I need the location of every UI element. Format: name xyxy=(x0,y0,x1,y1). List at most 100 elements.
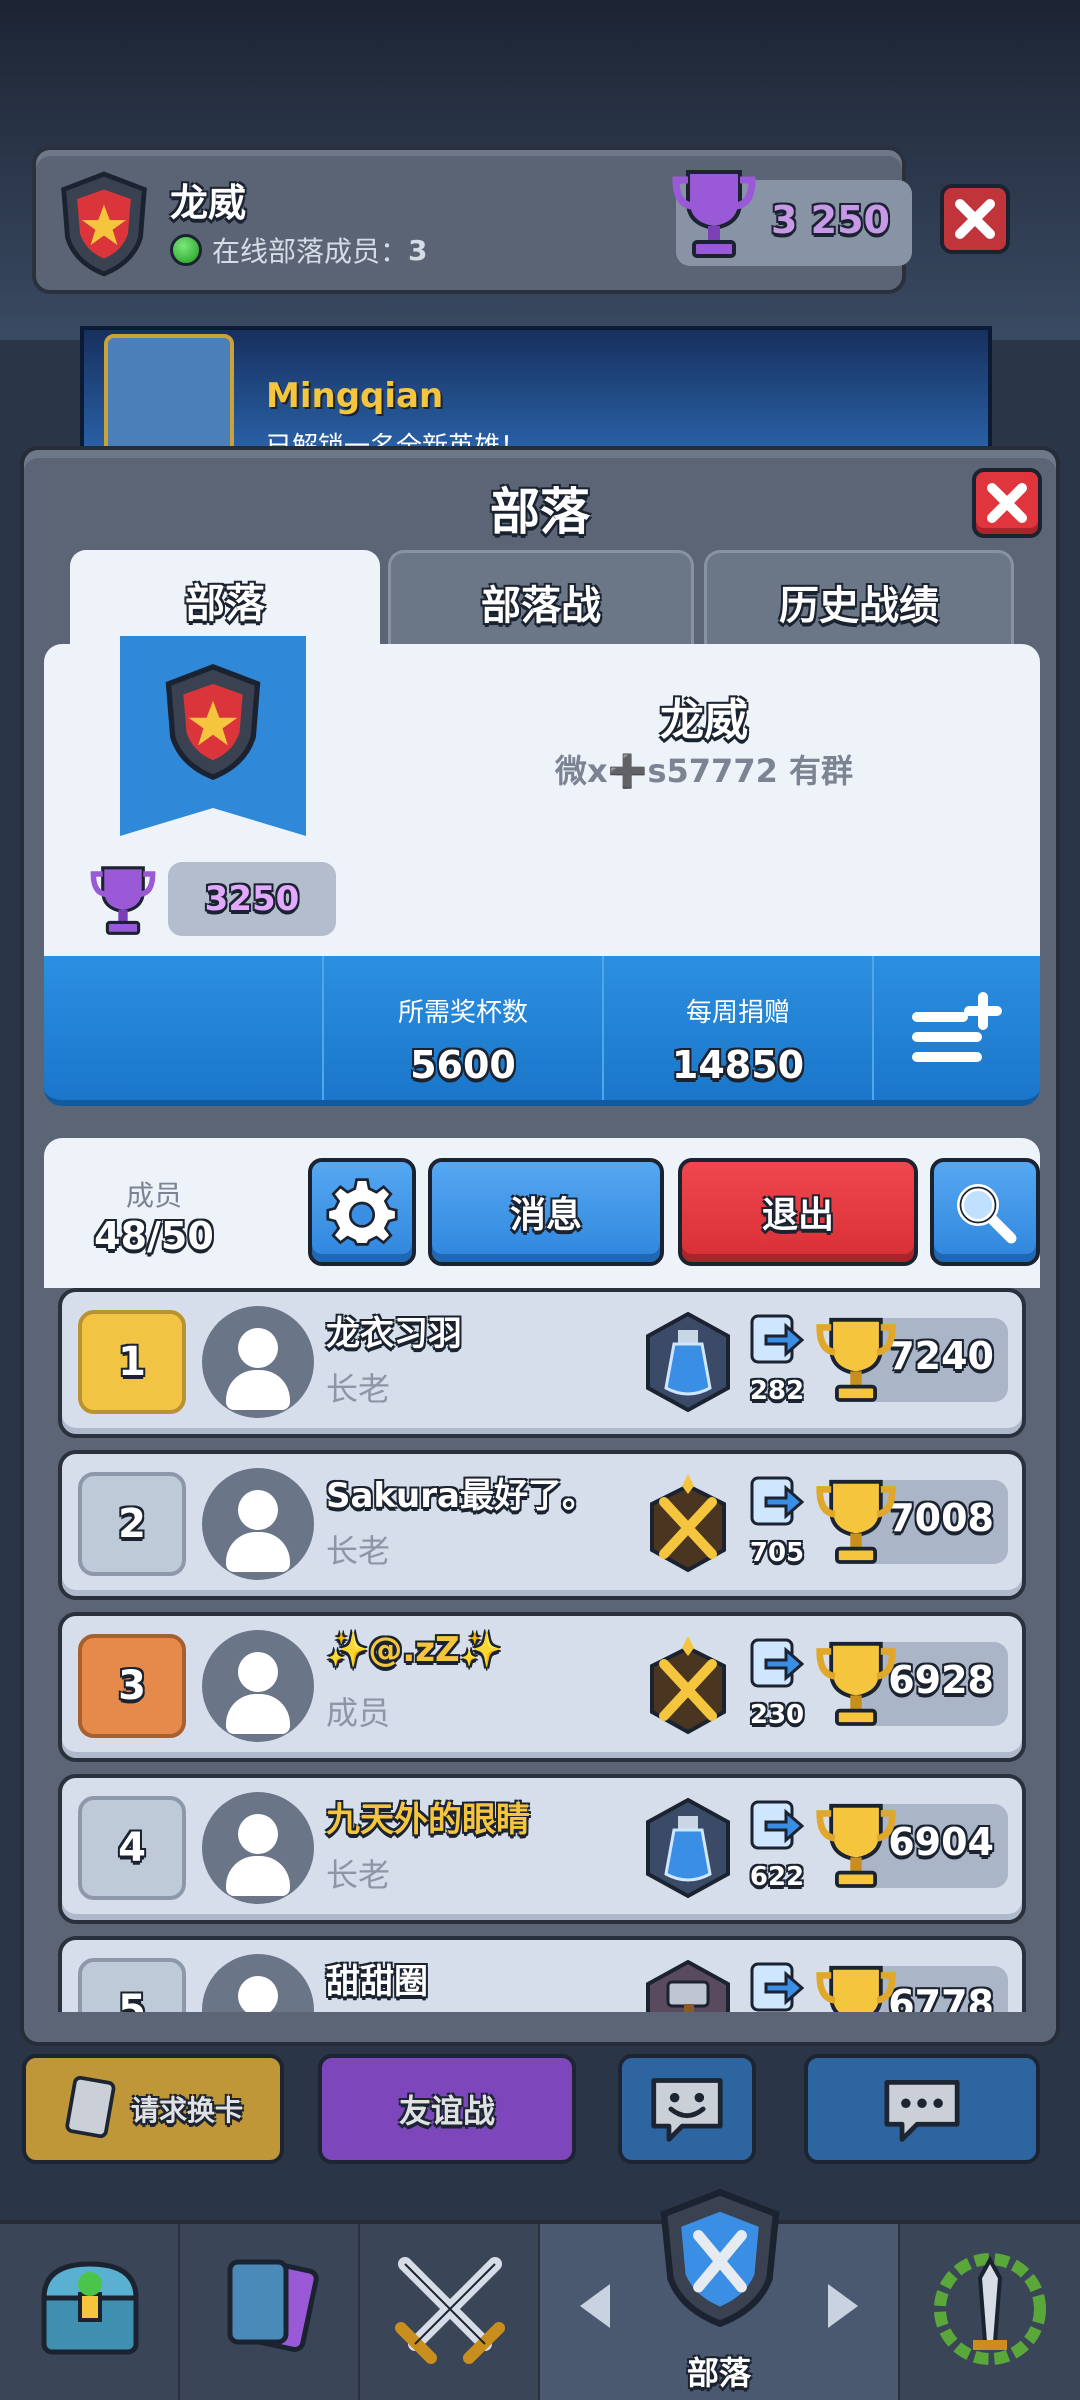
members-count: 48/50 xyxy=(94,1214,214,1258)
clan-summary-bar[interactable]: 龙威 在线部落成员： 3 3 250 xyxy=(32,146,912,294)
online-count: 3 xyxy=(408,233,428,267)
potion-badge-icon xyxy=(646,1311,730,1413)
member-row[interactable]: 5 甜甜圈 6778 xyxy=(58,1936,1026,2012)
list-add-icon xyxy=(912,992,1002,1062)
rank-number: 2 xyxy=(118,1501,146,1547)
donate-card-icon xyxy=(750,1476,804,1526)
chevron-left-icon[interactable] xyxy=(580,2284,610,2328)
button-label: 友谊战 xyxy=(398,2092,495,2130)
members-list[interactable]: 1 龙衣习羽 长老 282 7240 2 Sakura最好了。 长老 705 7… xyxy=(58,1288,1026,2012)
card-icon xyxy=(65,2076,116,2139)
weekly-donations-stat: 每周捐赠 14850 xyxy=(604,956,872,1100)
gold-trophy-icon xyxy=(816,1965,896,2012)
donate-card-icon xyxy=(750,1638,804,1688)
donation-count: 282 xyxy=(749,1376,805,1406)
leave-clan-button[interactable]: 退出 xyxy=(678,1158,918,1266)
hero-unlock-banner: Mingqian 已解锁一名全新英雄！ xyxy=(80,326,992,464)
member-trophies: 7240 xyxy=(888,1334,994,1378)
online-status-icon xyxy=(170,234,202,266)
chevron-right-icon[interactable] xyxy=(828,2284,858,2328)
crossed-swords-badge-icon xyxy=(650,1636,726,1735)
rank-badge: 3 xyxy=(78,1634,186,1738)
member-row[interactable]: 2 Sakura最好了。 长老 705 7008 xyxy=(58,1450,1026,1600)
tab-clan[interactable]: 部落 xyxy=(70,550,380,650)
clan-name: 龙威 xyxy=(660,695,748,746)
online-label: 在线部落成员： xyxy=(212,235,409,268)
clan-stats-bar: 所需奖杯数 5600 每周捐赠 14850 xyxy=(44,956,1040,1106)
stat-value: 5600 xyxy=(410,1043,516,1087)
search-button[interactable] xyxy=(930,1158,1040,1266)
smile-chat-icon xyxy=(651,2078,723,2142)
cards-icon xyxy=(227,2259,319,2352)
member-trophies: 6928 xyxy=(888,1658,994,1702)
clan-trophy-value: 3 250 xyxy=(771,198,890,242)
donation-count: 705 xyxy=(749,1538,805,1568)
member-name: ✨@.zZ✨ xyxy=(326,1630,503,1670)
donate-card-icon xyxy=(750,1962,804,2012)
member-row[interactable]: 1 龙衣习羽 长老 282 7240 xyxy=(58,1288,1026,1438)
rank-number: 5 xyxy=(118,1987,146,2012)
purple-trophy-icon xyxy=(90,866,156,935)
chat-button[interactable] xyxy=(804,2054,1040,2164)
rank-number: 1 xyxy=(118,1339,146,1385)
member-role: 成员 xyxy=(326,1694,391,1732)
nav-events[interactable] xyxy=(900,2224,1080,2400)
member-row[interactable]: 4 九天外的眼睛 长老 622 6904 xyxy=(58,1774,1026,1924)
donate-card-icon xyxy=(750,1314,804,1364)
potion-badge-icon xyxy=(646,1797,730,1899)
nav-cards[interactable] xyxy=(180,2224,360,2400)
member-role: 长老 xyxy=(326,1856,391,1894)
close-icon[interactable] xyxy=(940,184,1010,254)
friendly-battle-button[interactable]: 友谊战 xyxy=(318,2054,576,2164)
banner-player-name: Mingqian xyxy=(266,376,444,416)
clan-trophy-box: 3 250 xyxy=(672,170,912,266)
request-card-button[interactable]: 请求换卡 xyxy=(22,2054,284,2164)
button-label: 退出 xyxy=(761,1195,834,1236)
clan-trophy-pill: 3250 xyxy=(168,862,336,936)
bottom-navigation: 部落 xyxy=(0,2188,1080,2400)
member-name: 九天外的眼睛 xyxy=(326,1800,530,1840)
clan-shield-icon xyxy=(61,171,147,277)
message-button[interactable]: 消息 xyxy=(428,1158,664,1266)
clan-description: 微x➕s57772 有群 xyxy=(554,752,853,790)
nav-shop[interactable] xyxy=(0,2224,180,2400)
tab-clan-war[interactable]: 部落战 xyxy=(388,550,694,650)
member-row[interactable]: 3 ✨@.zZ✨ 成员 230 6928 xyxy=(58,1612,1026,1762)
clan-trophy-value: 3250 xyxy=(204,879,300,919)
tab-war-history[interactable]: 历史战绩 xyxy=(704,550,1014,650)
members-header: 成员 48/50 消息 退出 xyxy=(44,1138,1040,1288)
button-label: 请求换卡 xyxy=(130,2094,243,2127)
gold-trophy-icon xyxy=(816,1479,896,1564)
clan-settings-button[interactable] xyxy=(308,1158,416,1266)
required-trophies-stat: 所需奖杯数 5600 xyxy=(324,956,602,1100)
emote-button[interactable] xyxy=(618,2054,756,2164)
purple-trophy-icon xyxy=(672,170,756,258)
gold-trophy-icon xyxy=(816,1317,896,1402)
stat-label: 每周捐赠 xyxy=(685,998,790,1028)
crossed-swords-icon xyxy=(395,2257,505,2364)
button-label: 消息 xyxy=(509,1195,582,1236)
laurel-sword-icon xyxy=(934,2253,1046,2365)
avatar xyxy=(202,1630,314,1742)
gear-icon xyxy=(326,1178,398,1246)
search-icon xyxy=(957,1184,1017,1244)
donate-card-icon xyxy=(750,1800,804,1850)
clan-name: 龙威 xyxy=(170,181,247,225)
panel-title: 部落 xyxy=(490,483,590,541)
donation-count: 622 xyxy=(749,1862,805,1892)
close-icon[interactable] xyxy=(972,468,1042,538)
clan-menu-button[interactable] xyxy=(874,956,1040,1100)
rank-badge: 5 xyxy=(78,1958,186,2012)
rank-badge: 2 xyxy=(78,1472,186,1576)
chest-icon xyxy=(41,2261,139,2355)
nav-battle[interactable] xyxy=(360,2224,540,2400)
rank-badge: 1 xyxy=(78,1310,186,1414)
tab-label: 历史战绩 xyxy=(779,582,939,629)
member-name: 龙衣习羽 xyxy=(326,1314,462,1354)
nav-clan[interactable]: 部落 xyxy=(540,2188,900,2400)
tab-label: 部落战 xyxy=(481,582,601,629)
stat-label: 所需奖杯数 xyxy=(397,998,528,1028)
clan-panel: 部落 部落 部落战 历史战绩 3250 龙威 微x➕s57772 有群 所需奖杯… xyxy=(20,446,1060,2046)
member-role: 长老 xyxy=(326,1370,391,1408)
clan-shield-icon xyxy=(165,664,261,780)
